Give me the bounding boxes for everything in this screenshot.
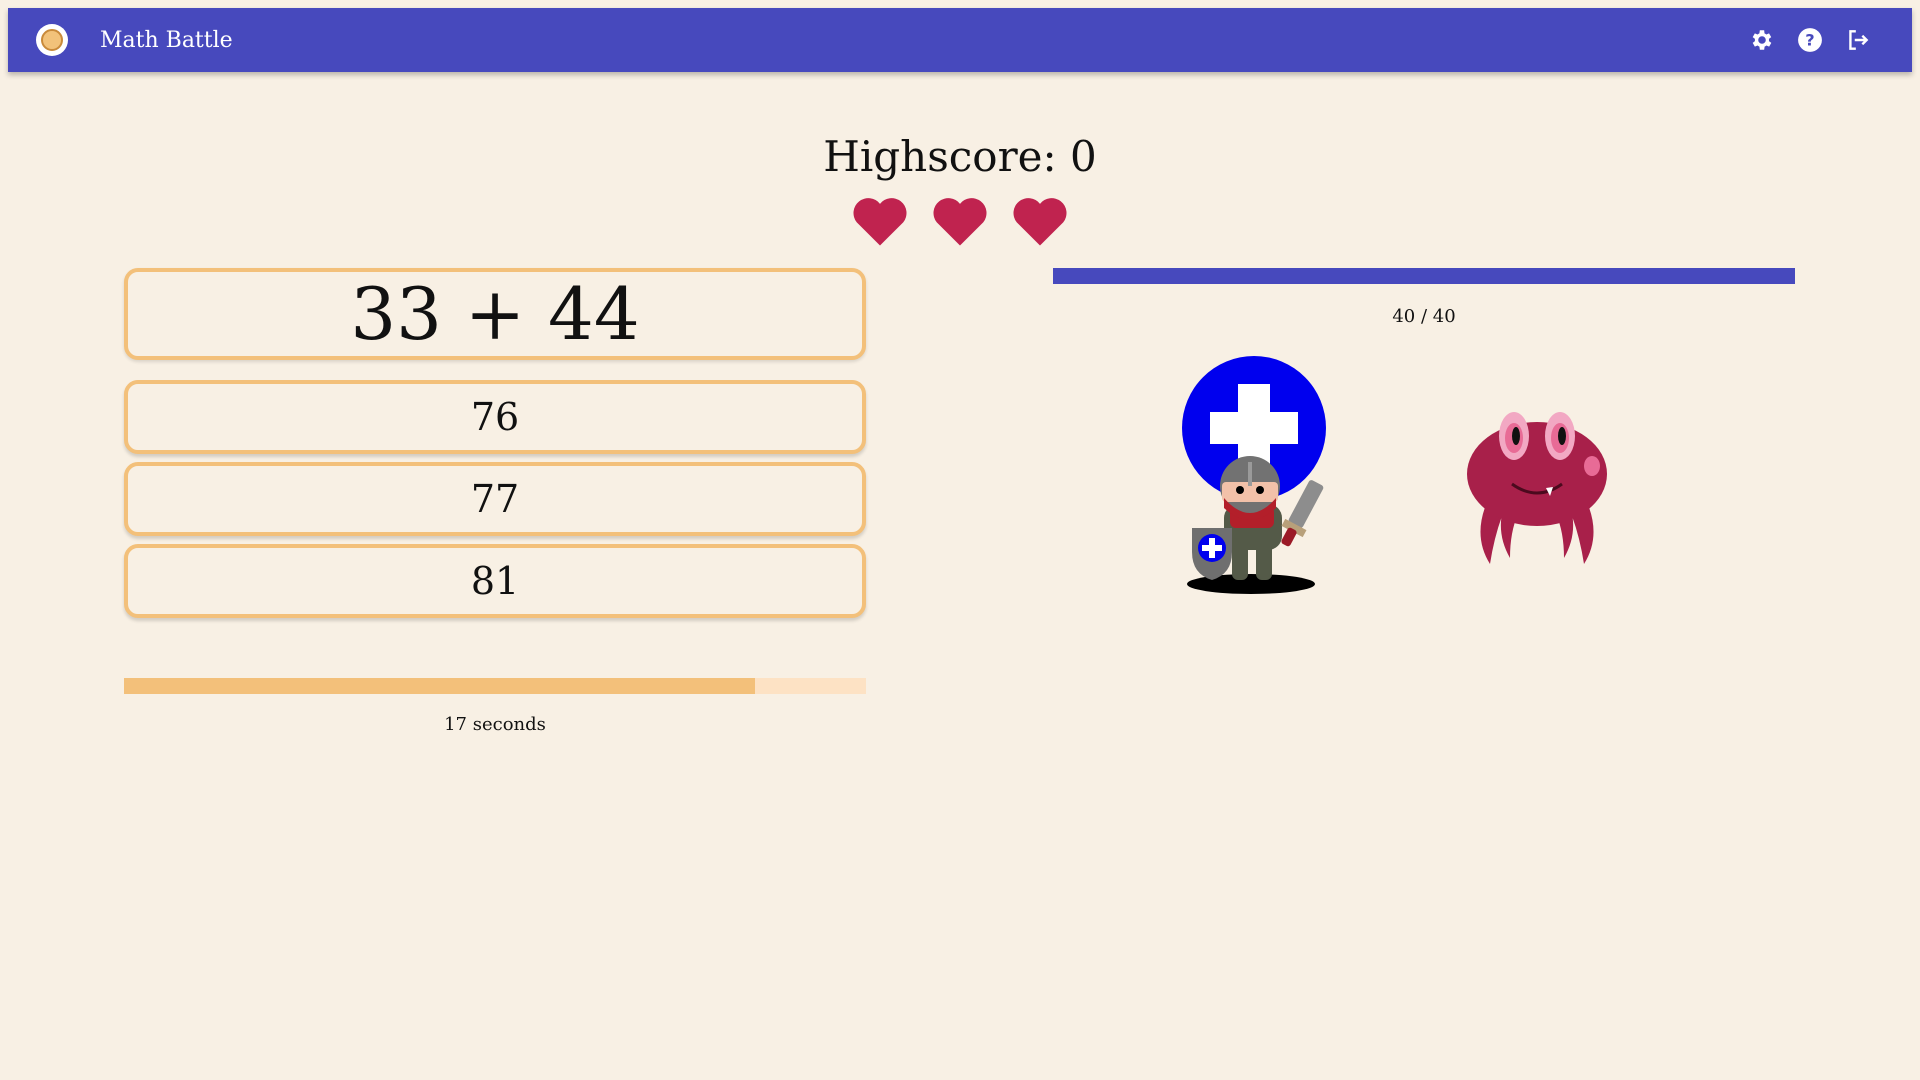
answer-button[interactable]: 81 — [124, 544, 866, 618]
answer-button[interactable]: 76 — [124, 380, 866, 454]
knight-with-heal-icon — [1180, 356, 1350, 600]
heart-icon — [930, 194, 990, 248]
logout-icon[interactable] — [1844, 26, 1872, 54]
answer-button[interactable]: 77 — [124, 462, 866, 536]
enemy-health-label: 40 / 40 — [1392, 306, 1456, 327]
help-icon[interactable]: ? — [1796, 26, 1824, 54]
enemy-health-bar — [1053, 268, 1795, 284]
crab-monster-icon — [1462, 412, 1612, 571]
appbar-actions: ? — [1748, 8, 1872, 72]
answer-list: 76 77 81 — [124, 380, 866, 626]
svg-text:?: ? — [1805, 30, 1814, 49]
highscore: Highscore: 0 — [823, 132, 1097, 181]
app-logo[interactable] — [36, 24, 68, 56]
heart-icon — [850, 194, 910, 248]
heart-icon — [1010, 194, 1070, 248]
timer-label: 17 seconds — [444, 714, 546, 735]
gear-icon[interactable] — [1748, 26, 1776, 54]
question: 33 + 44 — [124, 268, 866, 360]
enemy-health-bar-fill — [1053, 268, 1795, 284]
app-bar: Math Battle ? — [8, 8, 1912, 72]
app-title: Math Battle — [100, 27, 233, 53]
timer-bar-fill — [124, 678, 755, 694]
lives — [850, 194, 1070, 248]
timer-bar — [124, 678, 866, 694]
